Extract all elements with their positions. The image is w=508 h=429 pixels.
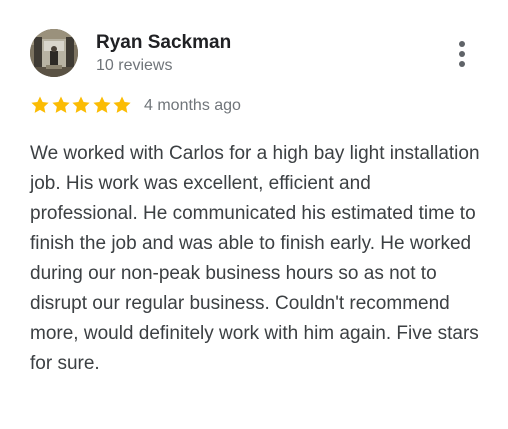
review-card: Ryan Sackman 10 reviews 4 months ago We … — [0, 0, 508, 429]
star-icon — [52, 96, 70, 113]
star-icon — [72, 96, 90, 113]
more-vert-icon — [459, 41, 465, 47]
more-vert-icon-dot — [459, 61, 465, 67]
review-count[interactable]: 10 reviews — [96, 56, 172, 76]
review-text: We worked with Carlos for a high bay lig… — [30, 143, 480, 374]
star-rating — [30, 95, 133, 115]
avatar[interactable] — [30, 29, 78, 77]
star-icon — [31, 96, 49, 113]
review-date: 4 months ago — [144, 97, 241, 114]
more-vert-icon-dot — [459, 51, 465, 57]
avatar-photo — [30, 29, 78, 77]
reviewer-name[interactable]: Ryan Sackman — [96, 32, 231, 54]
star-icon — [93, 96, 111, 113]
star-icon — [113, 96, 131, 113]
more-options-button[interactable] — [448, 38, 476, 70]
